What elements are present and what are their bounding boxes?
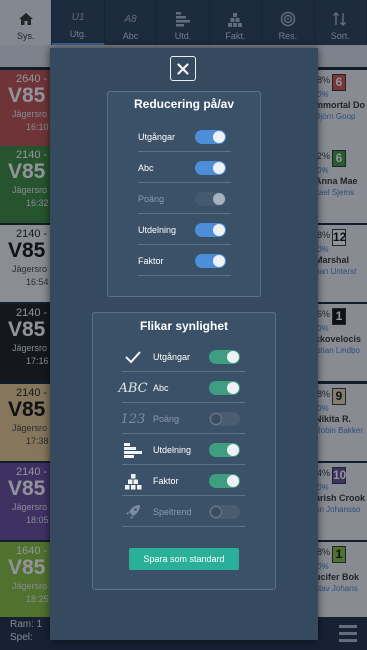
- close-button[interactable]: [170, 56, 196, 81]
- divider: [122, 371, 245, 372]
- flikar-row-utdelning: Utdelning: [153, 435, 208, 465]
- reducering-toggle[interactable]: [195, 130, 226, 144]
- flikar-row-speltrend: Speltrend: [153, 497, 208, 527]
- flikar-row-faktor: Faktor: [153, 466, 208, 496]
- row-label: Utgångar: [138, 132, 176, 142]
- row-label: Utgångar: [153, 352, 191, 362]
- row-label: Abc: [153, 383, 169, 393]
- checkmark-icon: [122, 348, 144, 366]
- divider: [122, 495, 245, 496]
- divider: [138, 244, 231, 245]
- row-label: Speltrend: [153, 507, 192, 517]
- visibility-toggle[interactable]: [209, 412, 240, 426]
- flikar-row-utgångar: Utgångar: [153, 342, 208, 372]
- divider: [138, 151, 231, 152]
- visibility-toggle[interactable]: [209, 381, 240, 395]
- divider: [122, 402, 245, 403]
- reducering-toggle[interactable]: [195, 223, 226, 237]
- row-label: Utdelning: [153, 445, 192, 455]
- row-label: Faktor: [138, 256, 164, 266]
- row-label: Poäng: [138, 194, 165, 204]
- divider: [122, 464, 245, 465]
- divider: [138, 182, 231, 183]
- row-label: Utdelning: [138, 225, 177, 235]
- divider: [138, 275, 231, 276]
- panel-title: Flikar synlighet: [139, 319, 229, 333]
- divider: [138, 213, 231, 214]
- row-label: Faktor: [153, 476, 179, 486]
- abc-icon: ABC: [118, 380, 148, 396]
- 123-icon: 123: [120, 411, 146, 427]
- reducering-toggle[interactable]: [195, 161, 226, 175]
- close-icon: [177, 62, 189, 75]
- blocks-icon: [122, 472, 144, 490]
- visibility-toggle[interactable]: [209, 443, 240, 457]
- save-default-button[interactable]: Spara som standard: [129, 548, 239, 570]
- flikar-row-poäng: Poäng: [153, 404, 208, 434]
- visibility-toggle[interactable]: [209, 505, 240, 519]
- bars-icon: [122, 441, 144, 459]
- reducering-toggle[interactable]: [195, 254, 226, 268]
- row-label: Poäng: [153, 414, 180, 424]
- divider: [122, 433, 245, 434]
- visibility-toggle[interactable]: [209, 474, 240, 488]
- divider: [122, 526, 245, 527]
- reducering-toggle: [195, 192, 226, 206]
- flikar-row-abc: Abc: [153, 373, 208, 403]
- panel-title: Reducering på/av: [133, 97, 235, 111]
- rocket-icon: [122, 503, 144, 521]
- visibility-toggle[interactable]: [209, 350, 240, 364]
- row-label: Abc: [138, 163, 154, 173]
